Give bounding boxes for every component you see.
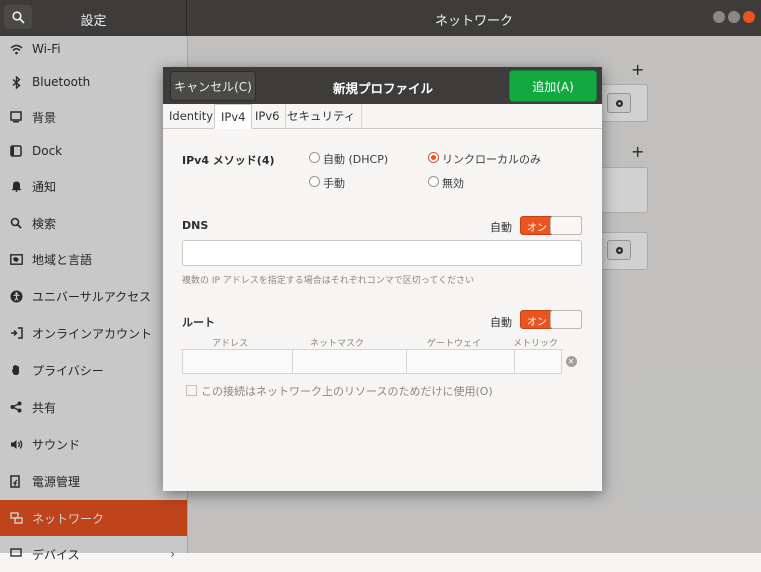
route-address-input[interactable]: [182, 349, 294, 374]
dns-label: DNS: [182, 219, 209, 232]
dns-input[interactable]: [182, 240, 582, 266]
tab-ipv4[interactable]: IPv4: [214, 104, 253, 129]
column-address: アドレス: [212, 339, 249, 349]
radio-dhcp[interactable]: [309, 152, 320, 163]
route-netmask-input[interactable]: [292, 349, 408, 374]
radio-link-local[interactable]: [428, 152, 439, 163]
switch-knob: [550, 216, 582, 235]
minimize-button[interactable]: [713, 11, 725, 23]
dns-auto-label: 自動: [490, 221, 512, 234]
tab-bar: Identity IPv4 IPv6 セキュリティ: [163, 104, 602, 129]
ipv4-method-label: IPv4 メソッド(4): [182, 154, 275, 167]
route-metric-input[interactable]: [514, 349, 562, 374]
cancel-button[interactable]: キャンセル(C): [170, 71, 256, 101]
resources-only-checkbox[interactable]: [186, 385, 197, 396]
routes-label: ルート: [182, 316, 215, 329]
dns-auto-switch[interactable]: オン: [520, 216, 582, 235]
resources-only-label[interactable]: この接続はネットワーク上のリソースのためだけに使用(O): [201, 383, 493, 399]
switch-knob: [550, 310, 582, 329]
radio-disabled-label[interactable]: 無効: [442, 175, 464, 191]
page-title: ネットワーク: [434, 14, 513, 29]
add-button[interactable]: 追加(A): [509, 70, 597, 102]
radio-link-local-label[interactable]: リンクローカルのみ: [442, 151, 541, 167]
close-button[interactable]: [743, 11, 755, 23]
window-controls: [713, 11, 755, 23]
close-icon: ✕: [565, 355, 577, 367]
column-metric: メトリック: [513, 339, 559, 349]
column-gateway: ゲートウェイ: [427, 339, 482, 349]
switch-on-label: オン: [527, 223, 547, 234]
tab-identity[interactable]: Identity: [163, 104, 221, 128]
tab-security[interactable]: セキュリティ: [281, 104, 363, 128]
maximize-button[interactable]: [728, 11, 740, 23]
column-netmask: ネットマスク: [310, 339, 365, 349]
dialog-header: キャンセル(C) 新規プロファイル 追加(A): [163, 67, 602, 104]
radio-manual-label[interactable]: 手動: [323, 175, 345, 191]
radio-disabled[interactable]: [428, 176, 439, 187]
routes-auto-label: 自動: [490, 316, 512, 329]
switch-on-label: オン: [527, 317, 547, 328]
new-profile-dialog: キャンセル(C) 新規プロファイル 追加(A) Identity IPv4 IP…: [163, 67, 602, 491]
dns-hint: 複数の IP アドレスを指定する場合はそれぞれコンマで区切ってください: [182, 276, 475, 286]
radio-dhcp-label[interactable]: 自動 (DHCP): [323, 151, 388, 167]
route-gateway-input[interactable]: [406, 349, 516, 374]
settings-title: 設定: [80, 14, 107, 29]
routes-auto-switch[interactable]: オン: [520, 310, 582, 329]
dialog-title: 新規プロファイル: [332, 81, 433, 96]
radio-manual[interactable]: [309, 176, 320, 187]
delete-route-button[interactable]: ✕: [561, 351, 581, 371]
